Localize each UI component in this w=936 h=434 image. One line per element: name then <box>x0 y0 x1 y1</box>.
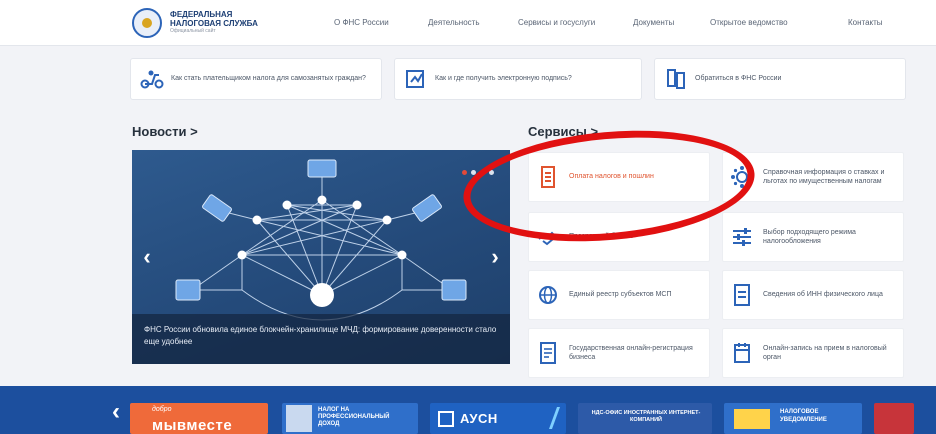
nav-activity[interactable]: Деятельность <box>428 18 480 27</box>
service-label: Онлайн-запись на прием в налоговый орган <box>763 344 887 361</box>
service-online-appointment[interactable]: Онлайн-запись на прием в налоговый орган <box>722 328 904 378</box>
slider-dot[interactable] <box>462 170 467 175</box>
logo-line-2: НАЛОГОВАЯ СЛУЖБА <box>170 18 258 28</box>
banner-tile-text: НАЛОГОВОЕ УВЕДОМЛЕНИЕ <box>780 409 827 423</box>
banner-tile-vat-office[interactable]: НДС-ОФИС ИНОСТРАННЫХ ИНТЕРНЕТ-КОМПАНИЙ <box>578 403 712 434</box>
documents-icon <box>663 68 689 90</box>
globe-icon <box>537 283 559 307</box>
quick-link-label: Как стать плательщиком налога для самоза… <box>171 74 366 82</box>
quick-link-contact-fns[interactable]: Обратиться в ФНС России <box>654 58 906 100</box>
quick-link-label: Обратиться в ФНС России <box>695 74 782 82</box>
signature-icon <box>403 68 429 90</box>
emblem-icon <box>132 8 162 38</box>
nav-services[interactable]: Сервисы и госуслуги <box>518 18 595 27</box>
service-sme-registry[interactable]: Единый реестр субъектов МСП <box>528 270 710 320</box>
banner-tile-tax-notice[interactable]: НАЛОГОВОЕ УВЕДОМЛЕНИЕ <box>724 403 862 434</box>
banner-tile-text: АУСН <box>460 411 498 426</box>
quick-link-signature[interactable]: Как и где получить электронную подпись? <box>394 58 642 100</box>
calendar-icon <box>731 341 753 365</box>
service-tax-regime-choice[interactable]: Выбор подходящего режима налогообложения <box>722 212 904 262</box>
scooter-icon <box>139 68 165 90</box>
banner-tile-small-text: добро <box>152 406 172 413</box>
slider-prev-button[interactable]: ‹ <box>138 244 156 269</box>
banner-tile-text: мывместе <box>152 417 233 434</box>
phone-icon <box>286 405 312 432</box>
document-icon <box>537 341 559 365</box>
id-card-icon <box>731 283 753 307</box>
service-online-registration[interactable]: Государственная онлайн-регистрация бизне… <box>528 328 710 378</box>
service-label: Сведения об ИНН физического лица <box>763 291 883 299</box>
nav-documents[interactable]: Документы <box>633 18 674 27</box>
banner-prev-button[interactable]: ‹ <box>112 398 120 426</box>
service-label: Выбор подходящего режима налогообложения <box>763 228 856 245</box>
banner-tile-we-together[interactable]: добро мывместе <box>130 403 268 434</box>
service-label: Справочная информация о ставках и льгота… <box>763 168 885 185</box>
site-header: ФЕДЕРАЛЬНАЯ НАЛОГОВАЯ СЛУЖБА Официальный… <box>0 0 936 46</box>
service-label: Единый реестр субъектов МСП <box>569 291 672 299</box>
quick-link-self-employed[interactable]: Как стать плательщиком налога для самоза… <box>130 58 382 100</box>
banner-tile-professional-income[interactable]: НАЛОГ НА ПРОФЕССИОНАЛЬНЫЙ ДОХОД <box>282 403 418 434</box>
news-slider[interactable]: ‹ › ФНС России обновила единое блокчейн-… <box>132 150 510 364</box>
nav-about[interactable]: О ФНС России <box>334 18 389 27</box>
notice-icon <box>734 409 770 429</box>
slider-next-button[interactable]: › <box>486 244 504 269</box>
sliders-icon <box>731 225 753 249</box>
logo-subtitle: Официальный сайт <box>170 28 216 35</box>
service-inn-info[interactable]: Сведения об ИНН физического лица <box>722 270 904 320</box>
nav-contacts[interactable]: Контакты <box>848 18 883 27</box>
banner-tile-text: НДС-ОФИС ИНОСТРАННЫХ ИНТЕРНЕТ-КОМПАНИЙ <box>591 410 701 424</box>
service-label: Государственная онлайн-регистрация бизне… <box>569 344 693 361</box>
nav-open-agency[interactable]: Открытое ведомство <box>710 18 788 27</box>
banner-tile-ausn[interactable]: АУСН <box>430 403 566 434</box>
fns-logo[interactable]: ФЕДЕРАЛЬНАЯ НАЛОГОВАЯ СЛУЖБА Официальный… <box>132 8 258 38</box>
banner-tile-partial[interactable] <box>874 403 914 434</box>
banner-tile-text: НАЛОГ НА ПРОФЕССИОНАЛЬНЫЙ ДОХОД <box>318 407 390 428</box>
news-section-title[interactable]: Новости > <box>132 124 198 139</box>
decor-stroke <box>531 407 561 429</box>
news-caption[interactable]: ФНС России обновила единое блокчейн-хран… <box>132 314 510 364</box>
quick-link-label: Как и где получить электронную подпись? <box>435 74 572 82</box>
ausn-icon <box>438 411 454 427</box>
